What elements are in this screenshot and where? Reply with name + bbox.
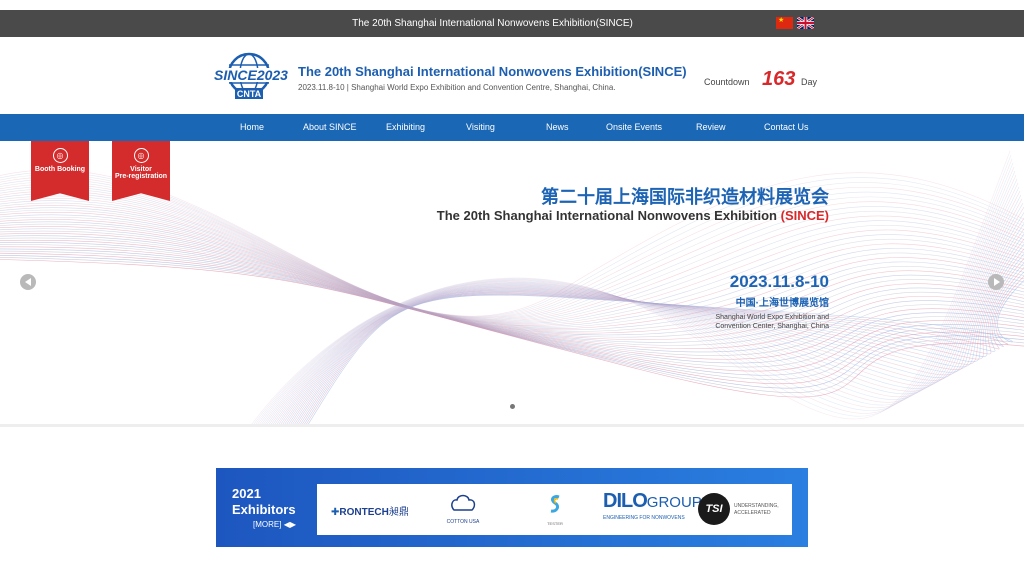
exhibitors-more-link[interactable]: [MORE] ◀▶ bbox=[253, 520, 296, 529]
cotton-boll-icon bbox=[451, 494, 476, 511]
hero-title-en: The 20th Shanghai International Nonwoven… bbox=[437, 208, 829, 223]
logo-top-text: SINCE2023 bbox=[214, 67, 288, 83]
nav-news[interactable]: News bbox=[546, 122, 569, 132]
tester-mark-icon bbox=[550, 495, 560, 513]
exhibitor-logos-panel: ✚RONTECH昶鼎 COTTON USA TESTER DILOGROUP E… bbox=[317, 484, 792, 535]
topbar-title: The 20th Shanghai International Nonwoven… bbox=[352, 18, 633, 29]
countdown-label: Countdown bbox=[704, 77, 750, 87]
nav-review[interactable]: Review bbox=[696, 122, 726, 132]
visitor-label-line1: Visitor bbox=[130, 166, 152, 173]
site-subtitle: 2023.11.8-10 | Shanghai World Expo Exhib… bbox=[298, 83, 616, 92]
hero-banner[interactable]: ◎ Booth Booking ◎ Visitor Pre-registrati… bbox=[0, 141, 1024, 427]
visitor-preregistration-button[interactable]: ◎ Visitor Pre-registration bbox=[112, 141, 170, 201]
tsi-logo[interactable]: TSI bbox=[698, 493, 730, 525]
hero-venue-cn: 中国·上海世博展览馆 bbox=[735, 298, 829, 309]
site-header: SINCE2023 CNTA The 20th Shanghai Interna… bbox=[0, 37, 1024, 114]
dilo-name: DILO bbox=[603, 490, 648, 512]
countdown-unit: Day bbox=[801, 77, 818, 87]
hero-venue-en: Shanghai World Expo Exhibition and Conve… bbox=[715, 314, 829, 330]
carousel-next-arrow-icon[interactable] bbox=[988, 274, 1004, 290]
nav-exhibiting[interactable]: Exhibiting bbox=[386, 122, 425, 132]
visitor-preregistration-icon: ◎ bbox=[133, 148, 149, 163]
nav-about-since[interactable]: About SINCE bbox=[303, 122, 357, 132]
exhibitors-title-word: Exhibitors bbox=[232, 502, 296, 517]
hero-title-cn: 第二十届上海国际非织造材料展览会 bbox=[541, 187, 829, 207]
dilo-group-text: GROUP bbox=[646, 494, 702, 511]
booth-booking-icon: ◎ bbox=[52, 148, 68, 163]
cotton-usa-logo[interactable]: COTTON USA bbox=[445, 492, 481, 525]
next-arrow-icon[interactable]: ▶ bbox=[290, 520, 296, 529]
cotton-usa-text: COTTON USA bbox=[446, 519, 480, 525]
nav-onsite-events[interactable]: Onsite Events bbox=[606, 122, 662, 132]
chinese-flag-icon[interactable] bbox=[776, 17, 793, 29]
rontech-name-cn: 昶鼎 bbox=[388, 507, 409, 518]
exhibitors-more-label: [MORE] bbox=[253, 520, 282, 529]
nav-contact-us[interactable]: Contact Us bbox=[764, 122, 809, 132]
tsi-tagline-2: ACCELERATED bbox=[734, 510, 771, 516]
logo-bottom-text: CNTA bbox=[237, 89, 262, 99]
carousel-dot[interactable] bbox=[510, 404, 515, 409]
booth-booking-label: Booth Booking bbox=[34, 166, 86, 173]
dilo-group-logo[interactable]: DILOGROUP ENGINEERING FOR NONWOVENS bbox=[603, 490, 702, 521]
tsi-tagline-1: UNDERSTANDING, bbox=[734, 503, 779, 509]
uk-flag-icon[interactable] bbox=[797, 17, 814, 29]
carousel-prev-arrow-icon[interactable] bbox=[20, 274, 36, 290]
hero-title-en-main: The 20th Shanghai International Nonwoven… bbox=[436, 208, 781, 223]
booth-booking-button[interactable]: ◎ Booth Booking bbox=[31, 141, 89, 201]
main-nav: Home About SINCE Exhibiting Visiting New… bbox=[0, 114, 1024, 141]
nav-home[interactable]: Home bbox=[240, 122, 264, 132]
nav-visiting[interactable]: Visiting bbox=[466, 122, 495, 132]
since-logo[interactable]: SINCE2023 CNTA bbox=[213, 51, 289, 101]
tsi-tagline: UNDERSTANDING, ACCELERATED bbox=[734, 503, 779, 517]
top-bar: The 20th Shanghai International Nonwoven… bbox=[0, 10, 1024, 37]
rontech-logo[interactable]: ✚RONTECH昶鼎 bbox=[331, 503, 409, 518]
hero-date: 2023.11.8-10 bbox=[729, 272, 829, 291]
hero-title-en-accent: (SINCE) bbox=[780, 208, 829, 223]
exhibitors-section: 2021 Exhibitors [MORE] ◀▶ ✚RONTECH昶鼎 COT… bbox=[216, 468, 808, 547]
countdown-value: 163 bbox=[762, 68, 796, 90]
tester-text: TESTER bbox=[547, 521, 563, 526]
exhibitors-title-year: 2021 bbox=[232, 486, 261, 501]
tester-logo[interactable]: TESTER bbox=[543, 494, 567, 526]
rontech-name: RONTECH bbox=[339, 507, 389, 518]
exhibitors-title: 2021 Exhibitors bbox=[232, 486, 312, 518]
visitor-label-line2: Pre-registration bbox=[114, 173, 168, 180]
site-title: The 20th Shanghai International Nonwoven… bbox=[298, 64, 687, 79]
dilo-tagline: ENGINEERING FOR NONWOVENS bbox=[603, 515, 685, 521]
